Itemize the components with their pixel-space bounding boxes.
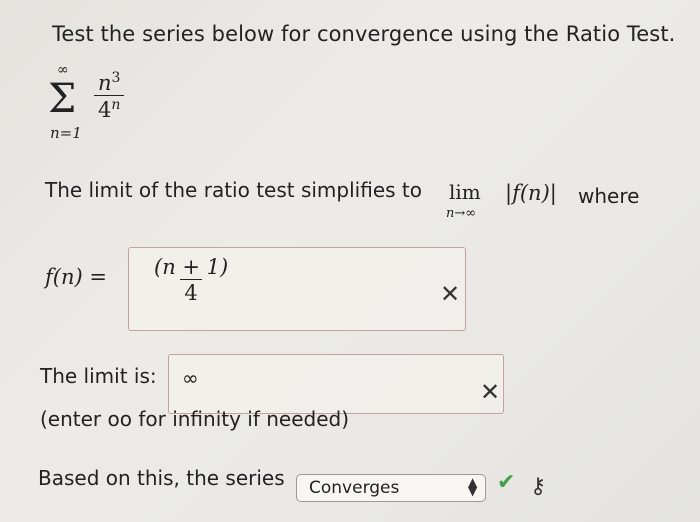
f-numerator: (n + 1) <box>154 255 229 279</box>
term-denominator-exp: n <box>111 97 121 113</box>
f-denominator: 4 <box>180 279 202 305</box>
limit-label: The limit is: <box>40 364 157 388</box>
select-arrows-icon[interactable]: ▲ ▼ <box>468 476 477 497</box>
limit-answer-input[interactable] <box>168 354 504 414</box>
incorrect-x-icon: ✕ <box>480 378 501 406</box>
infinity-hint: (enter oo for infinity if needed) <box>40 407 350 431</box>
term-denominator: 4 <box>98 98 112 122</box>
ratio-text: The limit of the ratio test simplifies t… <box>45 178 422 202</box>
convergence-select[interactable]: Converges <box>296 474 486 502</box>
lim-subscript: n→∞ <box>446 206 477 221</box>
question-title: Test the series below for convergence us… <box>52 22 676 46</box>
series-term: n3 4n <box>94 70 125 122</box>
f-label: f(n) = <box>45 265 107 289</box>
where-text: where <box>578 184 640 208</box>
term-numerator: n <box>98 71 112 95</box>
sigma-symbol: Σ <box>48 76 77 122</box>
lim-word: lim <box>449 180 481 204</box>
limit-value: ∞ <box>182 366 199 390</box>
term-numerator-exp: 3 <box>111 70 121 86</box>
correct-check-icon: ✔ <box>497 470 516 495</box>
abs-f-expression: |f(n)| <box>505 181 557 205</box>
select-value: Converges <box>309 478 400 498</box>
sum-lower-limit: n=1 <box>50 124 82 142</box>
key-icon[interactable]: ⚷ <box>530 474 546 499</box>
f-answer-fraction: (n + 1) 4 <box>150 255 232 305</box>
incorrect-x-icon: ✕ <box>440 280 461 308</box>
conclusion-label: Based on this, the series <box>38 466 285 490</box>
